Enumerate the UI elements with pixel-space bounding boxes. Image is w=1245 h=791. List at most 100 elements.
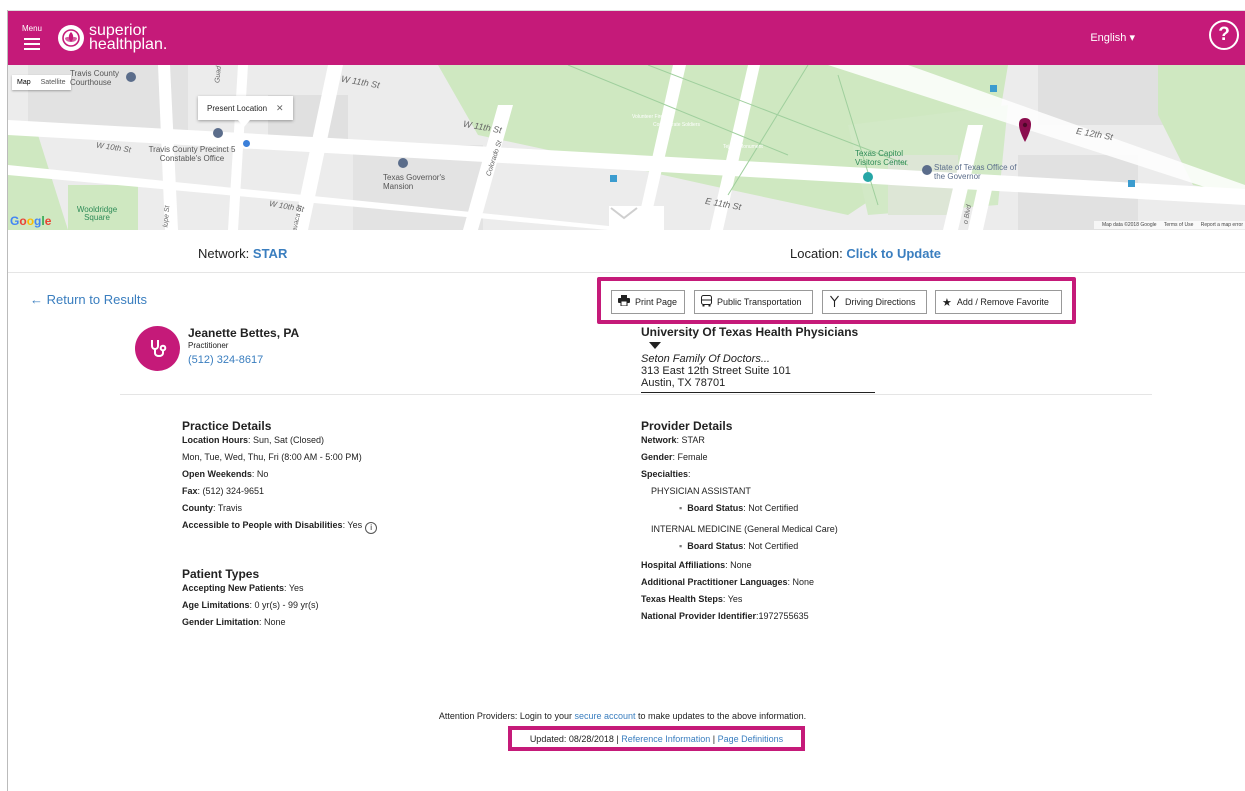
info-icon[interactable]: i — [365, 522, 378, 534]
updated-info: Updated: 08/28/2018 | Reference Informat… — [529, 734, 784, 744]
print-page-label: Print Page — [635, 297, 678, 307]
attention-providers-text: Attention Providers: Login to your secur… — [438, 711, 807, 721]
clinic-address-line1: 313 East 12th Street Suite 101 — [641, 365, 791, 377]
network-location-bar: Network: STAR Location: Click to Update — [8, 230, 1245, 273]
network-row: Network: STAR — [641, 435, 705, 445]
clinic-subtitle: Seton Family Of Doctors... — [641, 353, 770, 365]
add-remove-favorite-label: Add / Remove Favorite — [956, 297, 1049, 307]
patient-types-section: Patient Types Accepting New Patients: Ye… — [182, 567, 319, 631]
provider-name: Jeanette Bettes, PA — [188, 326, 300, 340]
menu-button[interactable]: Menu — [12, 24, 52, 53]
map-type-map-button[interactable]: Map — [12, 75, 36, 90]
patient-types-heading: Patient Types — [182, 567, 260, 581]
updated-date: Updated: 08/28/2018 | — [529, 734, 622, 744]
fax-row: Fax: (512) 324-9651 — [182, 486, 265, 496]
site-header: Menu superior healthplan. English ▾ ? — [8, 11, 1245, 65]
map-label-wooldridge: Wooldridge Square — [76, 205, 118, 222]
map-report-link[interactable]: Report a map error — [1201, 222, 1243, 228]
map-label-office-governor: State of Texas Office of the Governor — [934, 163, 1017, 181]
map-type-control: Map Satellite — [12, 75, 71, 90]
map-label-confederate: Confederate Soldiers — [653, 122, 700, 128]
network-display: Network: STAR — [198, 246, 287, 261]
clinic-address-line2: Austin, TX 78701 — [641, 377, 726, 389]
map-collapse-button[interactable] — [609, 206, 664, 230]
stethoscope-icon — [135, 326, 180, 371]
hamburger-icon — [24, 35, 40, 53]
map-type-satellite-button[interactable]: Satellite — [36, 75, 71, 90]
return-to-results-link[interactable]: ← Return to Results — [30, 292, 147, 307]
driving-directions-label: Driving Directions — [845, 297, 916, 307]
age-limitations-row: Age Limitations: 0 yr(s) - 99 yr(s) — [182, 600, 319, 610]
npi-row: National Provider Identifier:1972755635 — [641, 611, 809, 621]
public-transportation-button[interactable]: Public Transportation — [694, 290, 813, 314]
popup-close-icon[interactable]: ✕ — [276, 103, 284, 114]
location-label: Location: — [790, 246, 847, 261]
county-row: County: Travis — [182, 503, 243, 513]
location-hours-weekdays: Mon, Tue, Wed, Thu, Fri (8:00 AM - 5:00 … — [182, 452, 362, 462]
add-remove-favorite-button[interactable]: ★ Add / Remove Favorite — [935, 290, 1062, 314]
directions-fork-icon — [829, 295, 840, 310]
page-definitions-link[interactable]: Page Definitions — [718, 734, 784, 744]
languages-row: Additional Practitioner Languages: None — [641, 577, 815, 587]
map-footer: Map data ©2018 Google Terms of Use Repor… — [1093, 221, 1245, 229]
specialty-item: INTERNAL MEDICINE (General Medical Care) — [651, 524, 838, 534]
help-icon[interactable]: ? — [1209, 20, 1239, 50]
chevron-down-icon — [610, 207, 638, 220]
printer-icon — [618, 295, 630, 309]
hospital-affiliations-row: Hospital Affiliations: None — [641, 560, 752, 570]
board-status-row: ▪ Board Status: Not Certified — [679, 503, 799, 513]
provider-phone-link[interactable]: (512) 324-8617 — [188, 354, 263, 366]
map-label-courthouse: Travis County Courthouse — [70, 69, 120, 87]
map-label-governor-mansion: Texas Governor's Mansion — [383, 173, 445, 191]
present-location-popup: Present Location ✕ — [198, 96, 293, 127]
board-status-row: ▪ Board Status: Not Certified — [679, 541, 799, 551]
print-page-button[interactable]: Print Page — [611, 290, 685, 314]
map-label-precinct: Travis County Precinct 5 Constable's Off… — [148, 145, 236, 163]
gender-row: Gender: Female — [641, 452, 708, 462]
caret-down-icon — [649, 342, 661, 349]
logo[interactable]: superior healthplan. — [58, 23, 168, 53]
provider-details-heading: Provider Details — [641, 419, 733, 433]
gender-limitation-row: Gender Limitation: None — [182, 617, 286, 627]
logo-text: superior healthplan. — [89, 23, 168, 53]
specialties-row: Specialties: — [641, 469, 691, 479]
public-transportation-label: Public Transportation — [717, 297, 802, 307]
driving-directions-button[interactable]: Driving Directions — [822, 290, 927, 314]
location-hours-row: Location Hours: Sun, Sat (Closed) — [182, 435, 325, 445]
network-label: Network: — [198, 246, 253, 261]
practice-details-section: Practice Details Location Hours: Sun, Sa… — [182, 419, 378, 534]
logo-line2: healthplan. — [89, 36, 168, 53]
texas-health-steps-row: Texas Health Steps: Yes — [641, 594, 743, 604]
accepting-new-patients-row: Accepting New Patients: Yes — [182, 583, 304, 593]
network-value: STAR — [252, 246, 288, 261]
clinic-name: University Of Texas Health Physicians — [641, 325, 859, 339]
reference-information-link[interactable]: Reference Information — [621, 734, 710, 744]
google-logo: Google — [10, 214, 52, 228]
specialty-item: PHYSICIAN ASSISTANT — [651, 486, 751, 496]
open-weekends-row: Open Weekends: No — [182, 469, 269, 479]
map-label-volunteer: Volunteer Firemen — [632, 114, 673, 120]
bus-icon — [701, 294, 712, 310]
map-data-credit: Map data ©2018 Google — [1101, 222, 1157, 228]
provider-role: Practitioner — [188, 341, 229, 350]
secure-account-link[interactable]: secure account — [574, 711, 635, 721]
map-terms-link[interactable]: Terms of Use — [1164, 222, 1193, 228]
accessible-row: Accessible to People with Disabilities: … — [182, 517, 378, 534]
map[interactable]: Map Satellite Travis County Courthouse W… — [8, 65, 1245, 230]
section-divider — [120, 394, 1152, 395]
clinic-selector[interactable]: University Of Texas Health Physicians Se… — [641, 325, 875, 393]
star-icon: ★ — [942, 296, 952, 309]
location-update-link[interactable]: Click to Update — [846, 246, 941, 261]
present-location-marker[interactable] — [241, 138, 252, 149]
map-label-tejano: Tejano Monument — [723, 144, 763, 150]
logo-flower-icon — [58, 25, 84, 51]
practice-details-heading: Practice Details — [182, 419, 272, 433]
language-dropdown[interactable]: English ▾ — [1090, 31, 1135, 44]
menu-label: Menu — [21, 23, 42, 33]
page: Menu superior healthplan. English ▾ ? Ma… — [0, 0, 1245, 791]
provider-details-section: Provider Details Network: STAR Gender: F… — [641, 419, 838, 625]
map-label-visitors-center: Texas Capitol Visitors Center — [855, 149, 908, 167]
popup-text: Present Location — [207, 103, 268, 113]
clinic-name-dropdown[interactable]: University Of Texas Health Physicians — [641, 325, 875, 353]
location-display: Location: Click to Update — [790, 246, 941, 261]
